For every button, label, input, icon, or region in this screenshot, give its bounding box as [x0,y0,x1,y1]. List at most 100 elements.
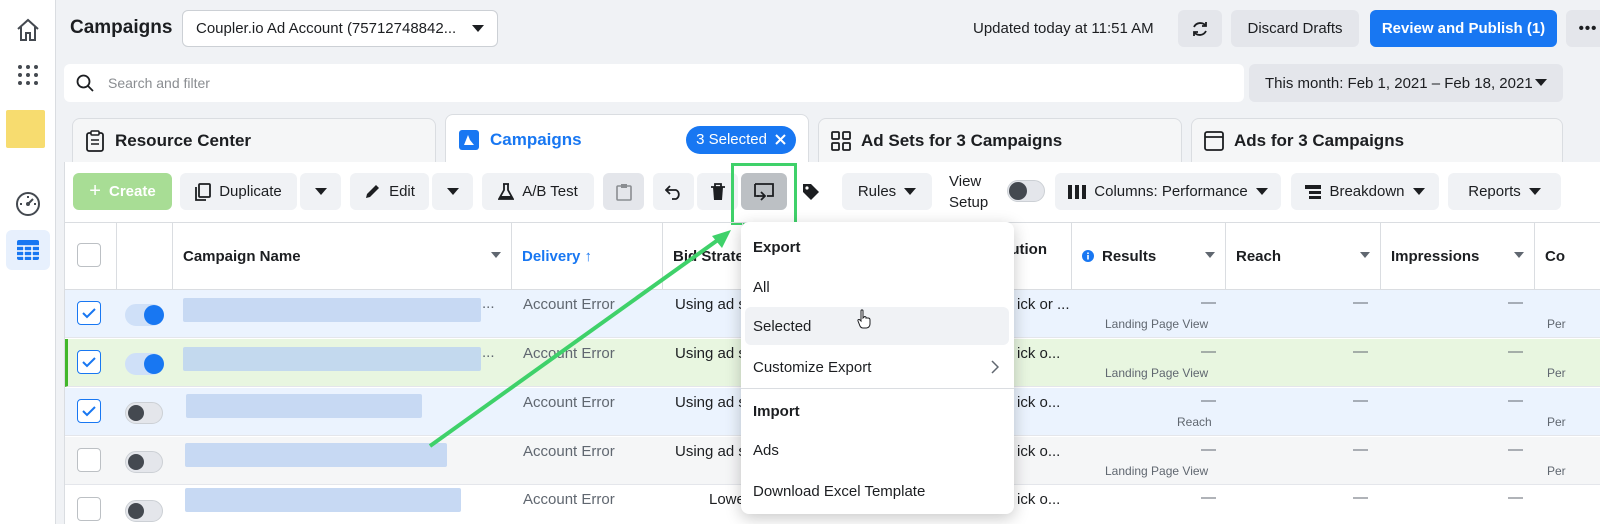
undo-button[interactable] [653,173,694,210]
view-setup-label: View Setup [949,173,989,211]
tab-campaigns[interactable]: Campaigns 3 Selected [445,114,809,164]
row-checkbox[interactable] [77,497,101,521]
row-impressions-value: — [1508,441,1523,458]
tab-resource-center[interactable]: Resource Center [72,118,436,162]
customize-export-item[interactable]: Customize Export [745,348,1009,386]
tab-ads[interactable]: Ads for 3 Campaigns [1191,118,1563,162]
row-results-type: Reach [1177,415,1212,429]
check-icon [82,405,96,416]
close-icon[interactable] [775,134,786,145]
col-delivery[interactable]: Delivery ↑ [512,223,663,289]
ab-test-button[interactable]: A/B Test [482,173,594,210]
create-button[interactable]: + Create [73,173,172,210]
redacted-campaign-name [185,488,461,512]
ads-manager-table-icon[interactable] [6,230,50,270]
row-cost-type: Per [1547,464,1566,478]
page-title: Campaigns [70,17,173,38]
home-icon[interactable] [6,10,50,50]
trash-icon [710,182,725,200]
row-delivery: Account Error [523,345,615,362]
rules-button[interactable]: Rules [842,173,932,210]
col-bid-strategy[interactable]: Bid Strategy [663,223,743,289]
import-ads-item[interactable]: Ads [745,431,1009,469]
menu-divider [741,388,1014,389]
col-campaign-name[interactable]: Campaign Name [173,223,512,289]
chevron-down-icon [1528,187,1541,195]
duplicate-label: Duplicate [219,183,282,200]
row-delivery: Account Error [523,491,615,508]
more-options-button[interactable]: ••• [1566,10,1600,47]
row-reach-value: — [1353,343,1368,360]
duplicate-button[interactable]: Duplicate [180,173,297,210]
tab-resource-center-label: Resource Center [115,130,252,150]
row-impressions-value: — [1508,489,1523,506]
search-icon [76,74,94,92]
export-all-item[interactable]: All [745,268,1009,306]
date-range-select[interactable]: This month: Feb 1, 2021 – Feb 18, 2021 [1249,64,1563,102]
row-bid: Using ad s [675,443,746,460]
row-results-value: — [1201,392,1216,409]
chevron-down-icon [1535,79,1547,86]
redacted-campaign-name [183,298,481,322]
import-section-heading: Import [753,403,800,420]
discard-drafts-button[interactable]: Discard Drafts [1231,10,1359,47]
account-select[interactable]: Coupler.io Ad Account (75712748842... [182,10,498,47]
account-avatar[interactable] [6,110,45,148]
row-impressions-value: — [1508,294,1523,311]
col-reach[interactable]: Reach [1226,223,1381,289]
breakdown-button[interactable]: Breakdown [1291,173,1439,210]
row-attribution: ick o... [1017,394,1061,411]
refresh-button[interactable] [1178,10,1222,47]
apps-grid-icon[interactable] [6,55,50,95]
reports-button[interactable]: Reports [1448,173,1561,210]
row-toggle[interactable] [125,353,164,375]
row-delivery: Account Error [523,394,615,411]
row-toggle[interactable] [125,402,163,424]
row-bid: Using ad s [675,394,746,411]
edit-button[interactable]: Edit [350,173,429,210]
export-selected-item[interactable]: Selected [745,307,1009,345]
dashboard-gauge-icon[interactable] [6,184,50,224]
ads-window-icon [1204,130,1224,151]
row-checkbox[interactable] [77,350,101,374]
duplicate-dropdown-button[interactable] [300,173,341,210]
undo-icon [664,184,680,200]
row-toggle[interactable] [125,500,163,522]
refresh-icon [1193,21,1207,36]
reports-label: Reports [1468,183,1521,200]
tab-campaigns-label: Campaigns [490,129,582,149]
tab-ad-sets-label: Ad Sets for 3 Campaigns [861,130,1063,150]
row-toggle[interactable] [125,304,164,326]
col-impressions[interactable]: Impressions [1381,223,1535,289]
breakdown-icon [1305,184,1322,199]
tab-ad-sets[interactable]: Ad Sets for 3 Campaigns [818,118,1182,162]
check-icon [82,307,96,318]
selected-count-pill[interactable]: 3 Selected [686,125,796,154]
tag-button[interactable] [793,173,829,210]
review-publish-button[interactable]: Review and Publish (1) [1370,10,1557,47]
chevron-down-icon [1255,187,1268,195]
row-results-type: Landing Page View [1105,366,1209,380]
columns-button[interactable]: Columns: Performance [1055,173,1281,210]
edit-label: Edit [389,183,415,200]
row-ellipsis: ... [482,344,495,361]
view-setup-toggle[interactable] [1007,180,1045,202]
row-checkbox[interactable] [77,301,101,325]
search-input[interactable]: Search and filter [64,64,1244,102]
select-all-checkbox[interactable] [77,243,101,267]
tag-icon [803,183,819,200]
selected-count-label: 3 Selected [696,131,767,148]
row-checkbox[interactable] [77,448,101,472]
row-bid: Using ad s [675,345,746,362]
col-results[interactable]: Results [1072,223,1226,289]
row-results-value: — [1201,441,1216,458]
col-cost[interactable]: Co [1535,223,1600,289]
edit-dropdown-button[interactable] [432,173,473,210]
row-toggle[interactable] [125,451,163,473]
paste-button[interactable] [603,173,644,210]
row-checkbox[interactable] [77,399,101,423]
row-reach-value: — [1353,441,1368,458]
pencil-icon [366,185,380,198]
customize-export-label: Customize Export [753,358,872,376]
download-excel-template-item[interactable]: Download Excel Template [745,472,1009,510]
